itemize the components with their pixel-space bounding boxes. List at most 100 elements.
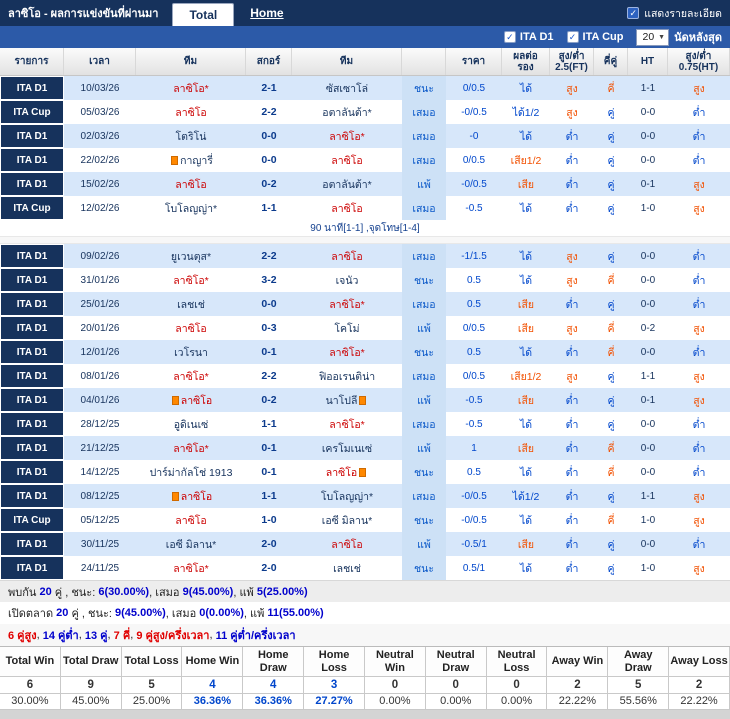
show-details-checkbox[interactable] xyxy=(627,7,640,19)
match-result: ชนะ xyxy=(402,340,446,364)
team-lazio[interactable]: ลาซิโอ* xyxy=(173,368,209,385)
team-lazio[interactable]: ลาซิโอ* xyxy=(329,416,365,433)
league-badge[interactable]: ITA D1 xyxy=(0,412,64,436)
match-score: 0-0 xyxy=(261,298,277,310)
team-lazio[interactable]: ลาซิโอ xyxy=(331,200,362,217)
league-badge[interactable]: ITA D1 xyxy=(0,292,64,316)
handicap-price: -0/0.5 xyxy=(461,106,487,118)
team-name[interactable]: ซัสเซาโล่ xyxy=(326,80,368,97)
ht-score: 0-0 xyxy=(640,346,656,358)
red-card-icon xyxy=(171,395,179,405)
team-name[interactable]: โบโลญญ่า* xyxy=(321,488,373,505)
match-count-select[interactable]: 20 xyxy=(636,28,670,46)
league-badge[interactable]: ITA D1 xyxy=(0,388,64,412)
match-result: ชนะ xyxy=(402,508,446,532)
league-filter-ita-d1[interactable]: ITA D1 xyxy=(503,31,554,43)
summary-segment: คู่ , ชนะ: xyxy=(51,586,99,599)
team-name[interactable]: เลชเช่ xyxy=(333,560,361,577)
match-result: เสมอ xyxy=(402,196,446,220)
over-under-ft: สูง xyxy=(566,82,578,95)
team-name[interactable]: ปาร์ม่ากัลโช่ 1913 xyxy=(150,464,233,481)
over-under-ft: สูง xyxy=(566,106,578,119)
stats-header: Away Win xyxy=(547,647,609,677)
team-name[interactable]: อตาลันต้า* xyxy=(322,104,371,121)
team-name[interactable]: เลชเช่ xyxy=(177,296,205,313)
handicap-result: เสีย xyxy=(517,442,535,455)
team-name[interactable]: เครโมเนเซ่ xyxy=(322,440,372,457)
match-score: 0-1 xyxy=(261,466,277,478)
match-date: 14/12/25 xyxy=(80,466,120,478)
team-lazio[interactable]: ลาซิโอ* xyxy=(173,560,209,577)
ita-cup-checkbox-icon[interactable] xyxy=(566,31,579,43)
team-lazio[interactable]: ลาซิโอ xyxy=(331,152,362,169)
team-name[interactable]: โคโม่ xyxy=(334,320,359,337)
team-name[interactable]: นาโปลี xyxy=(326,392,358,409)
match-row: ITA D1 15/02/26 ลาซิโอ 0-2 อตาลันต้า* แพ้ -0/0… xyxy=(0,172,730,196)
team-name[interactable]: อตาลันต้า* xyxy=(322,176,371,193)
league-badge[interactable]: ITA Cup xyxy=(0,508,64,532)
match-result: ชนะ xyxy=(402,268,446,292)
team-name[interactable]: เอซี มิลาน* xyxy=(322,512,372,529)
column-header: สูง/ต่ำ 0.75(HT) xyxy=(668,48,730,75)
team-lazio[interactable]: ลาซิโอ* xyxy=(173,440,209,457)
team-name[interactable]: เอซี มิลาน* xyxy=(166,536,216,553)
team-lazio[interactable]: ลาซิโอ* xyxy=(329,128,365,145)
team-name[interactable]: อูดิเนเซ่ xyxy=(174,416,209,433)
team-lazio[interactable]: ลาซิโอ xyxy=(175,104,206,121)
league-badge[interactable]: ITA D1 xyxy=(0,340,64,364)
league-badge[interactable]: ITA D1 xyxy=(0,244,64,268)
league-badge[interactable]: ITA D1 xyxy=(0,484,64,508)
team-lazio[interactable]: ลาซิโอ xyxy=(181,392,212,409)
team-name[interactable]: กาญารี่ xyxy=(180,152,213,169)
team-name[interactable]: ฟิออเรนติน่า xyxy=(319,368,375,385)
handicap-result: ได้ xyxy=(519,418,533,431)
team-lazio[interactable]: ลาซิโอ xyxy=(175,512,206,529)
column-header: HT xyxy=(628,48,668,75)
league-badge[interactable]: ITA Cup xyxy=(0,100,64,124)
team-name[interactable]: เจนัว xyxy=(336,272,359,289)
team-lazio[interactable]: ลาซิโอ* xyxy=(329,344,365,361)
league-badge[interactable]: ITA Cup xyxy=(0,196,64,220)
stats-percent: 30.00% xyxy=(0,694,61,710)
league-filter-ita-cup[interactable]: ITA Cup xyxy=(566,31,623,43)
league-badge[interactable]: ITA D1 xyxy=(0,556,64,580)
ht-score: 0-0 xyxy=(640,538,656,550)
league-badge[interactable]: ITA D1 xyxy=(0,436,64,460)
show-details-label: แสดงรายละเอียด xyxy=(644,7,722,20)
league-badge[interactable]: ITA D1 xyxy=(0,316,64,340)
team-lazio[interactable]: ลาซิโอ* xyxy=(173,80,209,97)
team-lazio[interactable]: ลาซิโอ xyxy=(326,464,357,481)
league-badge[interactable]: ITA D1 xyxy=(0,76,64,100)
league-badge[interactable]: ITA D1 xyxy=(0,124,64,148)
team-name[interactable]: เวโรนา xyxy=(174,344,208,361)
team-lazio[interactable]: ลาซิโอ xyxy=(175,176,206,193)
tab-home[interactable]: Home xyxy=(234,0,299,26)
team-name[interactable]: โตริโน่ xyxy=(176,128,207,145)
home-team-cell: ลาซิโอ xyxy=(136,172,246,196)
handicap-price: 0.5 xyxy=(467,274,481,286)
stats-value: 4 xyxy=(243,677,305,694)
league-badge[interactable]: ITA D1 xyxy=(0,460,64,484)
ita-d1-checkbox-icon[interactable] xyxy=(503,31,516,43)
match-date: 10/03/26 xyxy=(80,82,120,94)
team-lazio[interactable]: ลาซิโอ xyxy=(175,320,206,337)
league-badge[interactable]: ITA D1 xyxy=(0,172,64,196)
league-badge[interactable]: ITA D1 xyxy=(0,532,64,556)
match-score: 0-1 xyxy=(261,442,277,454)
league-badge[interactable]: ITA D1 xyxy=(0,148,64,172)
league-badge[interactable]: ITA D1 xyxy=(0,364,64,388)
stats-value: 6 xyxy=(0,677,61,694)
team-lazio[interactable]: ลาซิโอ xyxy=(181,488,212,505)
tab-total[interactable]: Total xyxy=(172,3,235,26)
team-lazio[interactable]: ลาซิโอ* xyxy=(173,272,209,289)
team-name[interactable]: ยูเวนตุส* xyxy=(171,248,211,265)
match-score: 0-2 xyxy=(261,178,277,190)
team-lazio[interactable]: ลาซิโอ xyxy=(331,248,362,265)
summary-segment: 14 คู่ต่ำ xyxy=(42,630,79,642)
over-under-ht: ต่ำ xyxy=(692,538,706,551)
over-under-ht: ต่ำ xyxy=(692,274,706,287)
team-lazio[interactable]: ลาซิโอ* xyxy=(329,296,365,313)
team-lazio[interactable]: ลาซิโอ xyxy=(331,536,362,553)
league-badge[interactable]: ITA D1 xyxy=(0,268,64,292)
team-name[interactable]: โบโลญญ่า* xyxy=(165,200,217,217)
